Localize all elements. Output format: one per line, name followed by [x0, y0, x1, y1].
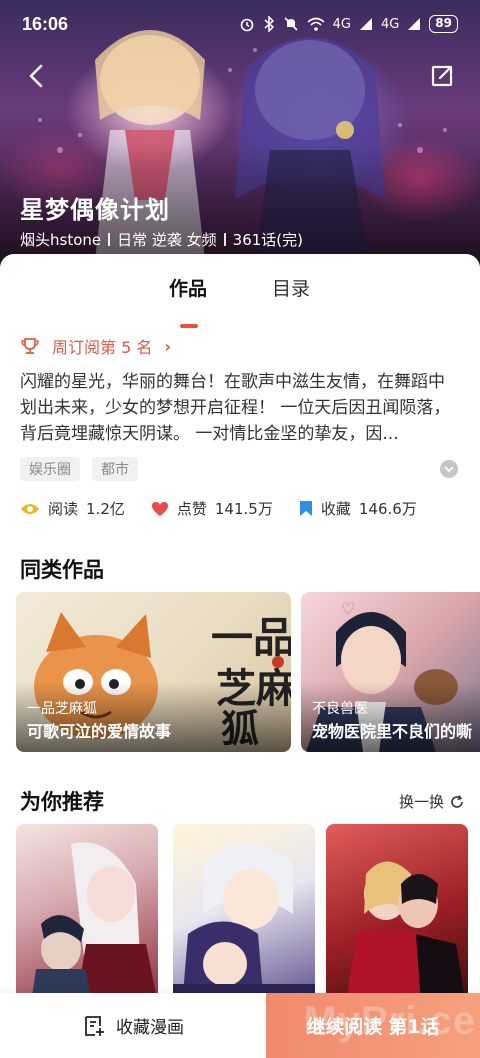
- tab-bar: 作品 目录: [0, 274, 480, 328]
- tab-works[interactable]: 作品: [169, 274, 207, 301]
- comic-description: 闪耀的星光，华丽的舞台！在歌声中滋生友情，在舞蹈中划出未来，少女的梦想开启征程！…: [20, 372, 451, 444]
- eye-icon: [21, 503, 39, 514]
- share-icon: [431, 65, 453, 87]
- trophy-icon: [21, 338, 39, 354]
- tag-chip[interactable]: 都市: [92, 457, 138, 481]
- comic-author[interactable]: 烟头hstone: [20, 229, 101, 250]
- recommend-card[interactable]: [326, 824, 468, 1004]
- card-subtitle: 可歌可泣的爱情故事: [27, 722, 172, 741]
- chevron-down-icon: [444, 466, 454, 473]
- like-label: 点赞: [176, 500, 207, 518]
- card-title: 一品芝麻狐: [27, 701, 97, 717]
- meta-divider: [108, 233, 111, 246]
- continue-label: 继续阅读: [306, 1016, 383, 1038]
- alarm-icon: [240, 18, 253, 32]
- recommend-card[interactable]: [16, 824, 158, 1004]
- signal-icon: [408, 18, 421, 30]
- read-value: 1.2亿: [86, 500, 125, 518]
- svg-text:一品: 一品: [211, 613, 291, 662]
- network-type-1: 4G: [332, 16, 351, 32]
- favorite-button-label: 收藏漫画: [116, 1018, 184, 1038]
- active-tab-indicator: [180, 324, 198, 328]
- svg-text:♡: ♡: [341, 599, 355, 618]
- continue-reading-button[interactable]: 继续阅读 第1话 MyPri.ce: [266, 993, 480, 1058]
- comic-meta: 烟头hstone 日常 逆袭 女频 361话(完): [20, 229, 303, 250]
- favorite-count[interactable]: 收藏 146.6万: [299, 498, 417, 519]
- continue-chapter: 第1话: [388, 1016, 440, 1038]
- ranking-label: 周订阅第 5 名: [52, 338, 153, 357]
- read-label: 阅读: [48, 500, 79, 518]
- comic-cover-banner: 16:06 4G 4G 89 星梦偶像计划 烟头hstone 日常 逆袭 女频 …: [0, 0, 480, 275]
- recommend-card[interactable]: [173, 824, 315, 1004]
- back-button[interactable]: [20, 60, 52, 92]
- chevron-left-icon: [29, 64, 43, 88]
- read-count: 阅读 1.2亿: [20, 498, 125, 519]
- meta-divider: [223, 233, 226, 246]
- recommend-section-title: 为你推荐: [20, 790, 104, 814]
- tag-chip[interactable]: 娱乐圈: [20, 457, 80, 481]
- like-count[interactable]: 点赞 141.5万: [151, 498, 273, 519]
- card-cover-image: [173, 844, 315, 1004]
- like-value: 141.5万: [214, 500, 273, 518]
- bluetooth-icon: [264, 16, 274, 32]
- card-title: 不良兽医: [312, 701, 368, 717]
- comic-chapters: 361话(完): [232, 231, 304, 249]
- detail-sheet: 作品 目录 周订阅第 5 名 › 闪耀的星光，华丽的舞台！在歌声中滋生友情，在舞…: [0, 254, 480, 1058]
- status-bar: 16:06 4G 4G 89: [0, 0, 480, 48]
- add-to-favorites-button[interactable]: 收藏漫画: [0, 993, 266, 1058]
- card-cover-image: [346, 861, 466, 1004]
- similar-carousel: 一品 芝麻 狐 一品芝麻狐 可歌可泣的爱情故事 ♡ 不良兽医 宠物医院里不良们的…: [16, 592, 480, 754]
- mute-icon: [284, 17, 298, 31]
- battery-indicator: 89: [429, 15, 458, 33]
- add-bookmark-icon: [85, 1015, 104, 1036]
- recommend-grid: [16, 824, 480, 1004]
- favorite-label: 收藏: [320, 500, 351, 518]
- share-button[interactable]: [426, 60, 458, 92]
- bookmark-icon: [299, 501, 312, 516]
- comic-genres: 日常 逆袭 女频: [117, 231, 217, 249]
- refresh-button[interactable]: 换一换: [399, 791, 464, 812]
- card-subtitle: 宠物医院里不良们的嘶: [312, 722, 473, 741]
- status-icons: 4G 4G 89: [239, 15, 458, 33]
- tag-list: 娱乐圈 都市: [20, 457, 138, 481]
- comic-title: 星梦偶像计划: [20, 196, 170, 224]
- similar-card[interactable]: 一品 芝麻 狐 一品芝麻狐 可歌可泣的爱情故事: [16, 592, 291, 752]
- tab-contents[interactable]: 目录: [272, 274, 310, 301]
- similar-card[interactable]: ♡ 不良兽医 宠物医院里不良们的嘶: [301, 592, 480, 752]
- chevron-right-icon: ›: [164, 336, 171, 356]
- card-cover-image: [31, 842, 158, 1004]
- refresh-icon: [451, 794, 463, 808]
- favorite-value: 146.6万: [358, 500, 417, 518]
- signal-icon: [359, 18, 372, 30]
- bottom-action-bar: 收藏漫画 继续阅读 第1话 MyPri.ce: [0, 993, 480, 1058]
- status-time: 16:06: [22, 13, 69, 34]
- expand-description-button[interactable]: [440, 460, 458, 478]
- wifi-icon: [307, 17, 325, 31]
- ranking-link[interactable]: 周订阅第 5 名 ›: [20, 334, 171, 358]
- network-type-2: 4G: [380, 16, 400, 32]
- stats-row: 阅读 1.2亿 点赞 141.5万 收藏 146.6万: [20, 498, 443, 519]
- similar-section-title: 同类作品: [20, 558, 104, 582]
- heart-icon: [151, 501, 168, 516]
- refresh-label: 换一换: [398, 793, 444, 811]
